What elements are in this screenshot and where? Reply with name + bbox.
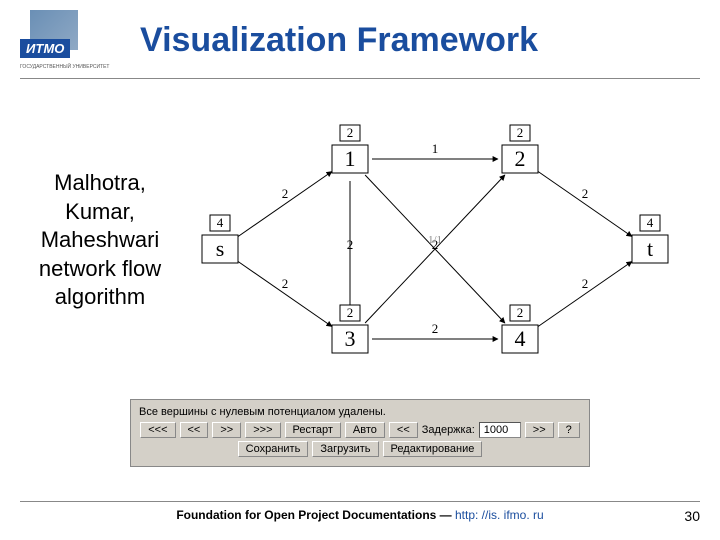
node-cap-1: 2	[347, 125, 354, 140]
node-label-t: t	[647, 236, 653, 261]
logo-subtitle: ГОСУДАРСТВЕННЫЙ УНИВЕРСИТЕТ	[20, 64, 110, 70]
delay-label: Задержка:	[422, 424, 475, 436]
page-title: Visualization Framework	[140, 21, 538, 60]
panel-btn2-2[interactable]: Редактирование	[383, 441, 483, 457]
edge-label-4-t: 2	[582, 276, 589, 291]
logo: ИТМО ГОСУДАРСТВЕННЫЙ УНИВЕРСИТЕТ	[20, 10, 120, 70]
node-cap-3: 2	[347, 305, 354, 320]
panel-btn2-0[interactable]: Сохранить	[238, 441, 309, 457]
node-label-4: 4	[515, 326, 526, 351]
control-panel: Все вершины с нулевым потенциалом удален…	[130, 399, 590, 467]
panel-btn-2[interactable]: >>	[212, 422, 241, 438]
footer-bold: Foundation for Open Project Documentatio…	[176, 508, 455, 522]
footer-link[interactable]: http: //is. ifmo. ru	[455, 508, 544, 522]
node-label-3: 3	[345, 326, 356, 351]
page-number: 30	[684, 508, 700, 524]
node-label-2: 2	[515, 146, 526, 171]
edge-label-1-3: 2	[347, 237, 354, 252]
panel-btn-6[interactable]: <<	[389, 422, 418, 438]
edge-label-1-2: 1	[432, 141, 439, 156]
node-cap-s: 4	[217, 215, 224, 230]
logo-text: ИТМО	[20, 39, 70, 58]
edge-label-s-3: 2	[282, 276, 289, 291]
node-cap-4: 2	[517, 305, 524, 320]
footer-divider	[20, 501, 700, 502]
status-text: Все вершины с нулевым потенциалом удален…	[139, 406, 581, 418]
panel-btn-5[interactable]: Авто	[345, 422, 385, 438]
edge-4-t	[538, 262, 632, 327]
edge-2-t	[538, 172, 632, 237]
edge-label-s-1: 2	[282, 186, 289, 201]
edge-s-3	[238, 262, 332, 327]
node-label-s: s	[216, 236, 225, 261]
delay-value[interactable]: 1000	[479, 422, 521, 438]
graph-diagram: 221221/1222 s412322242t4	[180, 99, 700, 399]
panel-btn-tail-1[interactable]: ?	[558, 422, 580, 438]
edge-label-1-4: 1/1	[428, 234, 442, 246]
edge-s-1	[238, 172, 332, 237]
algorithm-name: Malhotra, Kumar, Maheshwari network flow…	[20, 169, 180, 399]
panel-btn2-1[interactable]: Загрузить	[312, 441, 378, 457]
panel-btn-3[interactable]: >>>	[245, 422, 280, 438]
panel-btn-0[interactable]: <<<	[140, 422, 175, 438]
panel-btn-1[interactable]: <<	[180, 422, 209, 438]
edge-label-3-4: 2	[432, 321, 439, 336]
edge-label-2-t: 2	[582, 186, 589, 201]
footer-text: Foundation for Open Project Documentatio…	[20, 508, 700, 522]
panel-btn-4[interactable]: Рестарт	[285, 422, 341, 438]
node-label-1: 1	[345, 146, 356, 171]
node-cap-2: 2	[517, 125, 524, 140]
panel-btn-tail-0[interactable]: >>	[525, 422, 554, 438]
node-cap-t: 4	[647, 215, 654, 230]
